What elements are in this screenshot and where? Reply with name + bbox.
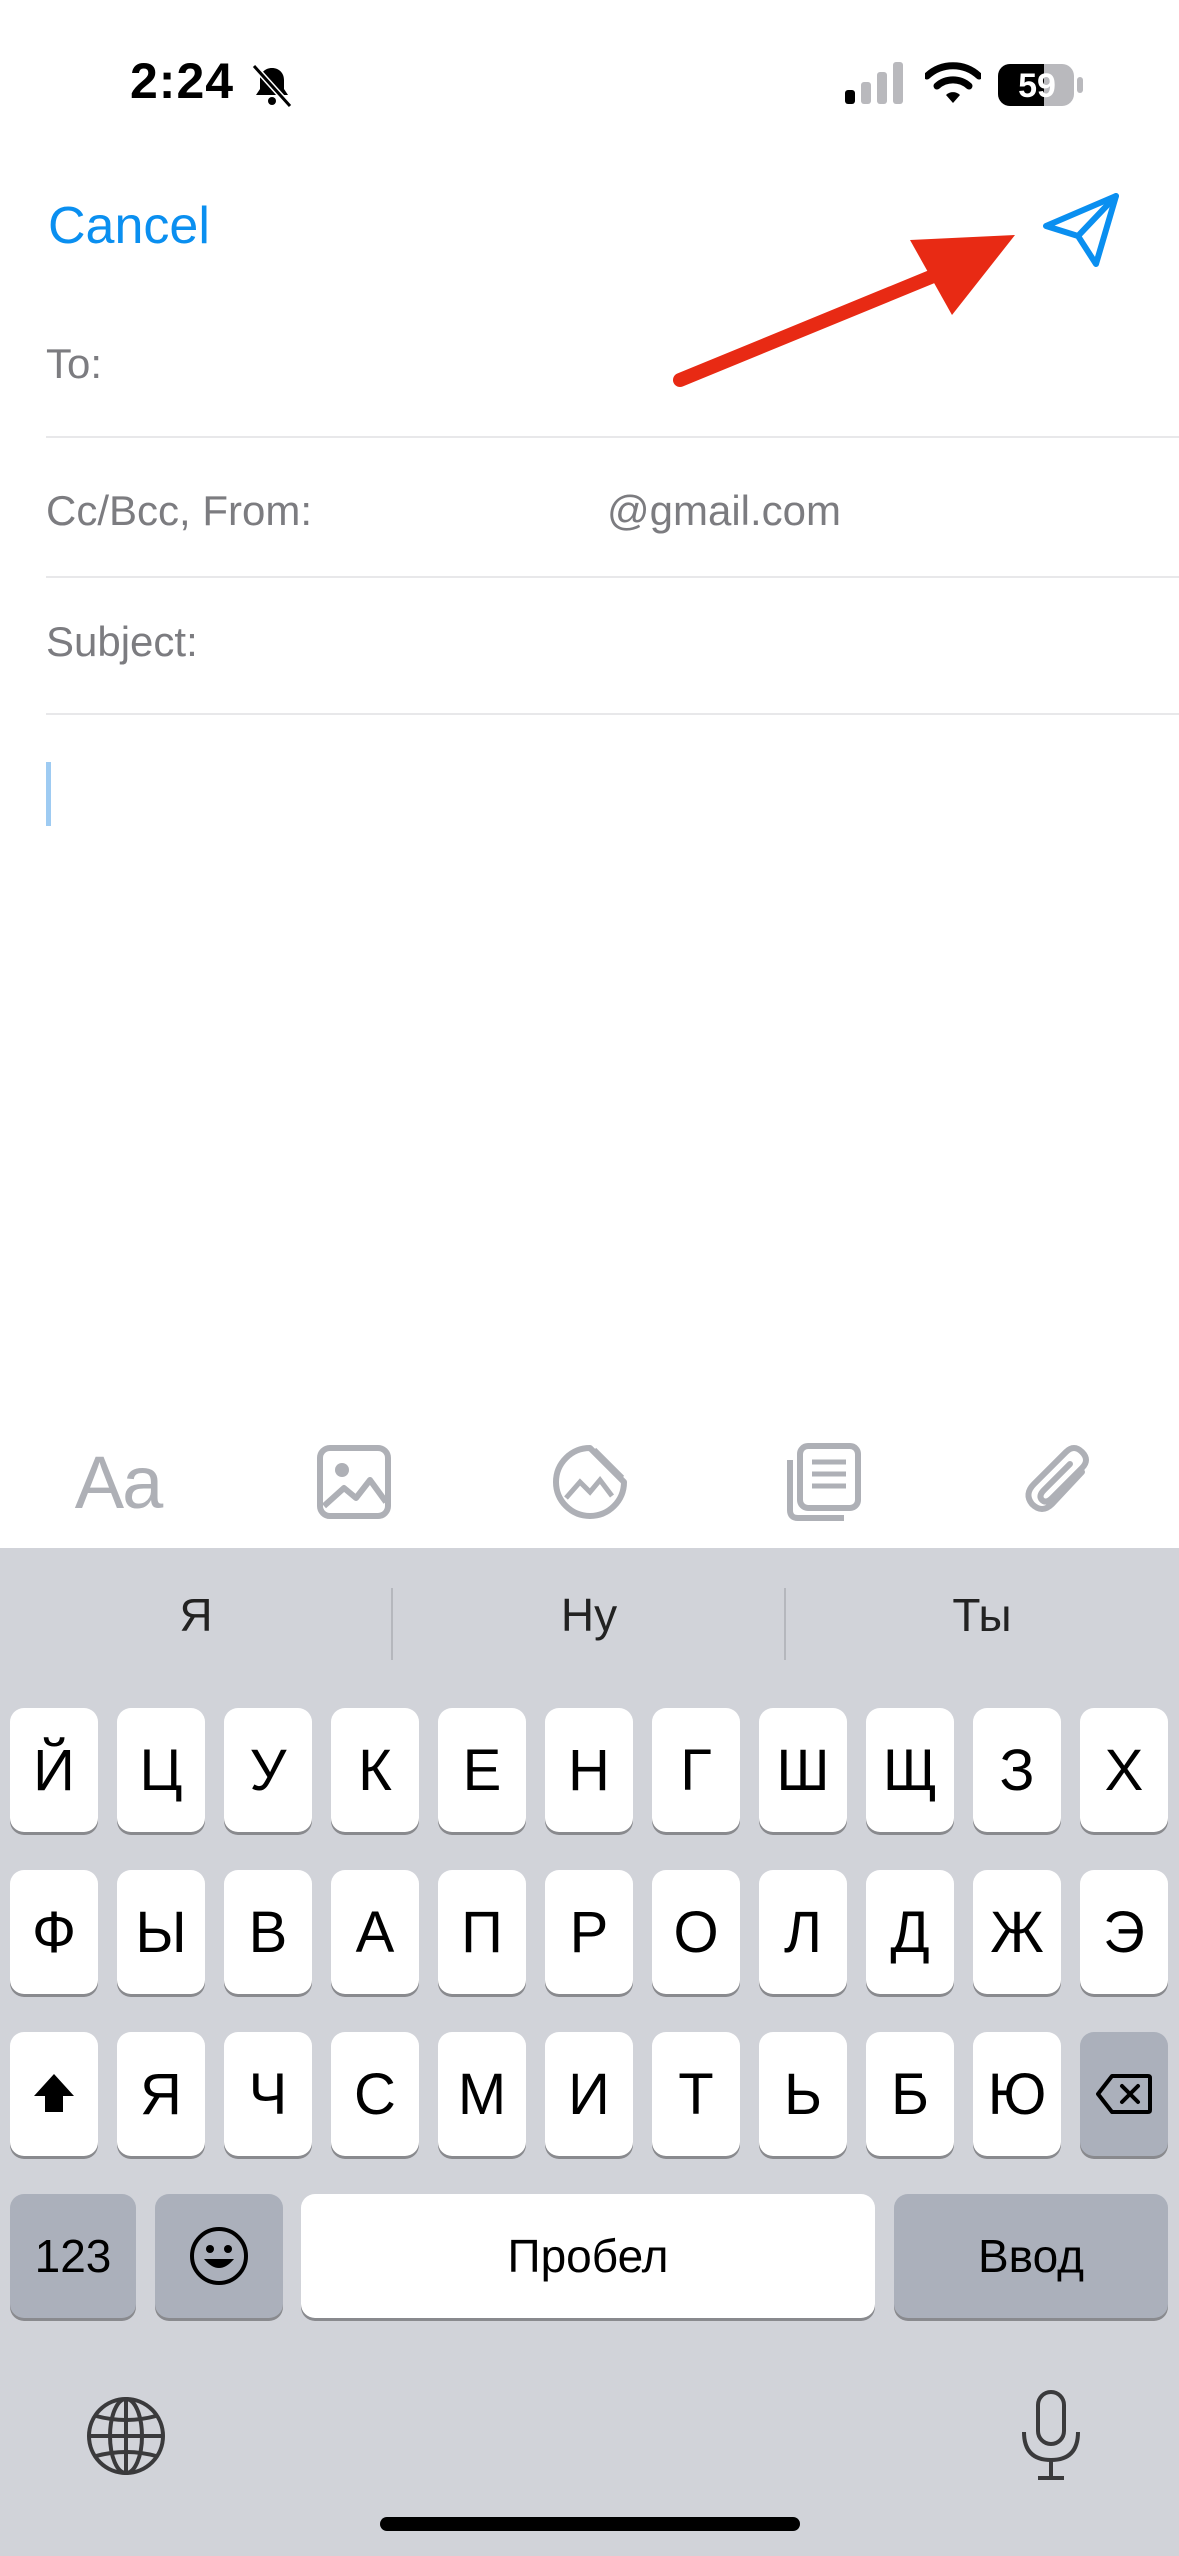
cellular-signal-icon xyxy=(845,62,903,104)
key[interactable]: П xyxy=(438,1870,526,1994)
photo-icon[interactable] xyxy=(302,1440,406,1524)
scan-document-icon[interactable] xyxy=(772,1440,876,1524)
status-time: 2:24 xyxy=(130,53,235,109)
format-label: Aa xyxy=(74,1440,164,1524)
key[interactable]: Ь xyxy=(759,2032,847,2156)
from-email[interactable]: @gmail.com xyxy=(607,487,841,535)
key[interactable]: Щ xyxy=(866,1708,954,1832)
key[interactable]: Ж xyxy=(973,1870,1061,1994)
key[interactable]: К xyxy=(331,1708,419,1832)
text-cursor xyxy=(46,762,51,826)
suggestion-1[interactable]: Я xyxy=(0,1588,392,1642)
suggestion-3[interactable]: Ты xyxy=(786,1588,1178,1642)
key[interactable]: Х xyxy=(1080,1708,1168,1832)
paper-plane-icon[interactable] xyxy=(1040,190,1122,272)
paperclip-glyph xyxy=(1025,1445,1089,1512)
message-body[interactable] xyxy=(46,740,1166,1380)
key[interactable]: М xyxy=(438,2032,526,2156)
cc-bcc-from-field[interactable]: Cc/Bcc, From: xyxy=(46,487,312,535)
numbers-key[interactable]: 123 xyxy=(10,2194,136,2318)
key[interactable]: Д xyxy=(866,1870,954,1994)
key[interactable]: Ц xyxy=(117,1708,205,1832)
key[interactable]: Ш xyxy=(759,1708,847,1832)
key[interactable]: Я xyxy=(117,2032,205,2156)
key[interactable]: Ч xyxy=(224,2032,312,2156)
sticker-icon[interactable] xyxy=(538,1440,642,1524)
battery-level: 59 xyxy=(1018,67,1056,105)
divider xyxy=(46,576,1179,578)
backspace-key[interactable] xyxy=(1080,2032,1168,2156)
key[interactable]: Л xyxy=(759,1870,847,1994)
key[interactable]: Ю xyxy=(973,2032,1061,2156)
to-label: To: xyxy=(46,340,103,387)
microphone-icon[interactable] xyxy=(1016,2388,1086,2484)
key[interactable]: Р xyxy=(545,1870,633,1994)
key[interactable]: С xyxy=(331,2032,419,2156)
sticker-glyph xyxy=(553,1445,627,1519)
key[interactable]: Е xyxy=(438,1708,526,1832)
key[interactable]: Ы xyxy=(117,1870,205,1994)
key[interactable]: У xyxy=(224,1708,312,1832)
cancel-button[interactable]: Cancel xyxy=(48,196,210,256)
key[interactable]: Б xyxy=(866,2032,954,2156)
home-indicator xyxy=(380,2517,800,2531)
shift-key[interactable] xyxy=(10,2032,98,2156)
to-field[interactable] xyxy=(160,330,1160,410)
emoji-key[interactable] xyxy=(155,2194,283,2318)
bell-slash-icon xyxy=(251,63,293,109)
wifi-icon xyxy=(925,62,981,103)
divider xyxy=(46,713,1179,715)
shift-icon xyxy=(34,2074,74,2112)
key[interactable]: В xyxy=(224,1870,312,1994)
return-key[interactable]: Ввод xyxy=(894,2194,1168,2318)
key[interactable]: Й xyxy=(10,1708,98,1832)
attachment-icon[interactable] xyxy=(1008,1440,1112,1524)
key[interactable]: Т xyxy=(652,2032,740,2156)
key[interactable]: Э xyxy=(1080,1870,1168,1994)
divider xyxy=(46,436,1179,438)
text-format-icon[interactable]: Aa xyxy=(66,1440,170,1524)
key[interactable]: О xyxy=(652,1870,740,1994)
scan-document-glyph xyxy=(787,1443,861,1521)
emoji-icon xyxy=(190,2227,248,2285)
key[interactable]: З xyxy=(973,1708,1061,1832)
globe-icon[interactable] xyxy=(84,2394,168,2478)
space-key[interactable]: Пробел xyxy=(301,2194,875,2318)
key[interactable]: Г xyxy=(652,1708,740,1832)
backspace-icon xyxy=(1096,2074,1152,2114)
key[interactable]: Ф xyxy=(10,1870,98,1994)
suggestion-2[interactable]: Ну xyxy=(393,1588,785,1642)
subject-field[interactable] xyxy=(240,606,1160,686)
subject-label: Subject: xyxy=(46,618,198,665)
key[interactable]: Н xyxy=(545,1708,633,1832)
key[interactable]: А xyxy=(331,1870,419,1994)
photo-glyph xyxy=(317,1445,391,1519)
key[interactable]: И xyxy=(545,2032,633,2156)
